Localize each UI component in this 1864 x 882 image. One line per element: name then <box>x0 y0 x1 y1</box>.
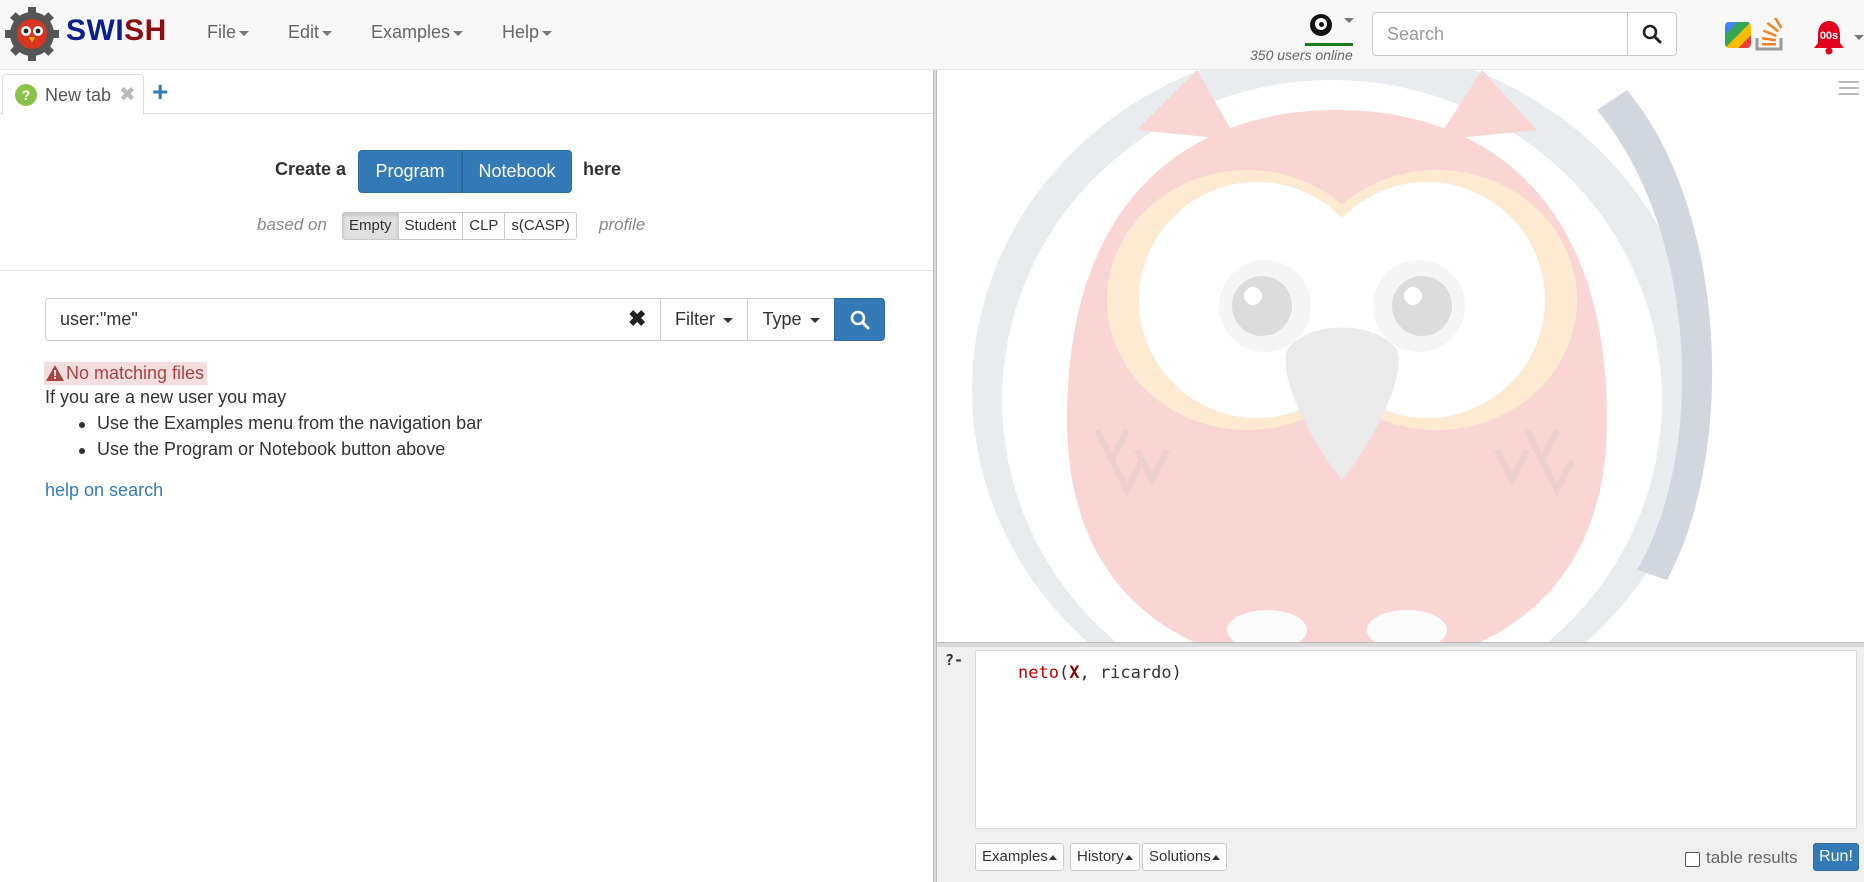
filter-label: Filter <box>674 309 715 329</box>
solutions-label: Solutions <box>1149 848 1211 865</box>
history-label: History <box>1077 848 1124 865</box>
examples-label: Examples <box>982 848 1048 865</box>
no-match-text: No matching files <box>66 363 205 383</box>
user-avatar-icon[interactable] <box>1310 14 1332 36</box>
left-pane: ? New tab ✖ + Create a Program Notebook … <box>0 70 933 882</box>
online-status-bar <box>1305 43 1353 46</box>
profile-empty-button[interactable]: Empty <box>342 212 399 240</box>
notebook-button[interactable]: Notebook <box>462 150 572 193</box>
create-suffix: here <box>583 159 622 179</box>
search-input[interactable] <box>1372 12 1628 56</box>
query-text: neto(X, ricardo) <box>1018 663 1182 683</box>
chevron-up-icon <box>1048 854 1057 860</box>
examples-button[interactable]: Examples <box>975 843 1064 871</box>
type-label: Type <box>762 309 802 329</box>
query-editor[interactable]: neto(X, ricardo) <box>975 650 1857 829</box>
hamburger-menu-icon[interactable] <box>1839 80 1859 96</box>
menu-help[interactable]: Help <box>502 22 553 43</box>
tab-label: New tab <box>45 85 112 105</box>
owl-watermark-icon <box>972 70 1713 642</box>
chevron-down-icon <box>322 30 333 36</box>
profile-scasp-button[interactable]: s(CASP) <box>504 212 577 240</box>
menu-help-label: Help <box>502 22 540 42</box>
query-functor: neto <box>1018 663 1059 683</box>
stackoverflow-icon[interactable] <box>1754 18 1786 52</box>
tab-bar: ? New tab ✖ + <box>0 70 933 115</box>
chevron-up-icon <box>1211 854 1220 860</box>
brand-part-2: SH <box>124 14 167 47</box>
users-online-count: 350 users online <box>1250 47 1353 63</box>
list-item: Use the Program or Notebook button above <box>78 439 482 465</box>
question-icon: ? <box>15 84 37 106</box>
menu-file-label: File <box>207 22 237 42</box>
profile-student-button[interactable]: Student <box>397 212 464 240</box>
new-user-text: If you are a new user you may <box>45 387 287 407</box>
menu-file[interactable]: File <box>207 22 250 43</box>
brand-part-1: SWI <box>66 14 125 47</box>
query-area: ?- neto(X, ricardo) Examples History Sol… <box>937 647 1864 882</box>
history-button[interactable]: History <box>1070 843 1140 871</box>
based-on-label: based on <box>257 215 327 234</box>
chevron-down-icon <box>723 317 733 323</box>
query-close-paren: ) <box>1171 663 1182 683</box>
type-dropdown[interactable]: Type <box>747 298 835 341</box>
program-button[interactable]: Program <box>358 150 462 193</box>
notification-badge: 00s <box>1820 30 1838 42</box>
query-open-paren: ( <box>1058 663 1070 683</box>
query-comma: , <box>1079 663 1100 683</box>
create-prefix: Create a <box>275 159 347 179</box>
swish-logo-icon[interactable] <box>4 6 60 62</box>
user-menu-chevron-icon[interactable] <box>1344 18 1354 23</box>
tips-list: Use the Examples menu from the navigatio… <box>78 413 482 465</box>
profile-selector: Empty Student CLP s(CASP) <box>342 212 577 240</box>
solutions-button[interactable]: Solutions <box>1142 843 1227 871</box>
divider <box>0 270 933 271</box>
search-icon <box>1642 24 1662 44</box>
table-results-checkbox[interactable] <box>1685 852 1700 867</box>
list-item: Use the Examples menu from the navigatio… <box>78 413 482 439</box>
profile-clp-button[interactable]: CLP <box>462 212 506 240</box>
menu-examples-label: Examples <box>371 22 451 42</box>
chevron-down-icon <box>542 30 553 36</box>
menu-edit-label: Edit <box>288 22 320 42</box>
file-search-button[interactable] <box>834 298 885 341</box>
notification-bell-icon[interactable]: 00s <box>1810 18 1848 56</box>
close-icon[interactable]: ✖ <box>119 82 136 107</box>
clear-icon[interactable]: ✖ <box>628 306 646 332</box>
query-prompt: ?- <box>945 651 964 669</box>
add-tab-icon[interactable]: + <box>152 76 168 108</box>
brand-title[interactable]: SWISH <box>66 14 167 48</box>
navbar: SWISH File Edit Examples Help 350 users … <box>0 0 1864 70</box>
query-variable: X <box>1069 663 1080 683</box>
menu-edit[interactable]: Edit <box>288 22 333 43</box>
run-button[interactable]: Run! <box>1813 843 1859 871</box>
google-plus-icon[interactable] <box>1725 22 1751 48</box>
filter-dropdown[interactable]: Filter <box>660 298 748 341</box>
chevron-down-icon <box>239 30 250 36</box>
help-on-search-link[interactable]: help on search <box>45 480 163 501</box>
profile-suffix: profile <box>599 215 646 234</box>
table-results-label: table results <box>1706 848 1798 867</box>
tab-new[interactable]: ? New tab ✖ <box>2 74 144 115</box>
no-match-alert: No matching files <box>44 362 208 385</box>
search-icon <box>850 310 870 330</box>
chevron-up-icon <box>1124 854 1133 860</box>
chevron-down-icon <box>453 30 464 36</box>
notification-chevron-icon[interactable] <box>1854 35 1864 40</box>
menu-examples[interactable]: Examples <box>371 22 464 43</box>
warning-icon <box>46 365 64 381</box>
query-atom: ricardo <box>1099 663 1172 683</box>
file-search-input[interactable] <box>45 298 661 341</box>
output-pane <box>937 70 1864 642</box>
chevron-down-icon <box>809 317 820 323</box>
search-button[interactable] <box>1627 12 1677 56</box>
